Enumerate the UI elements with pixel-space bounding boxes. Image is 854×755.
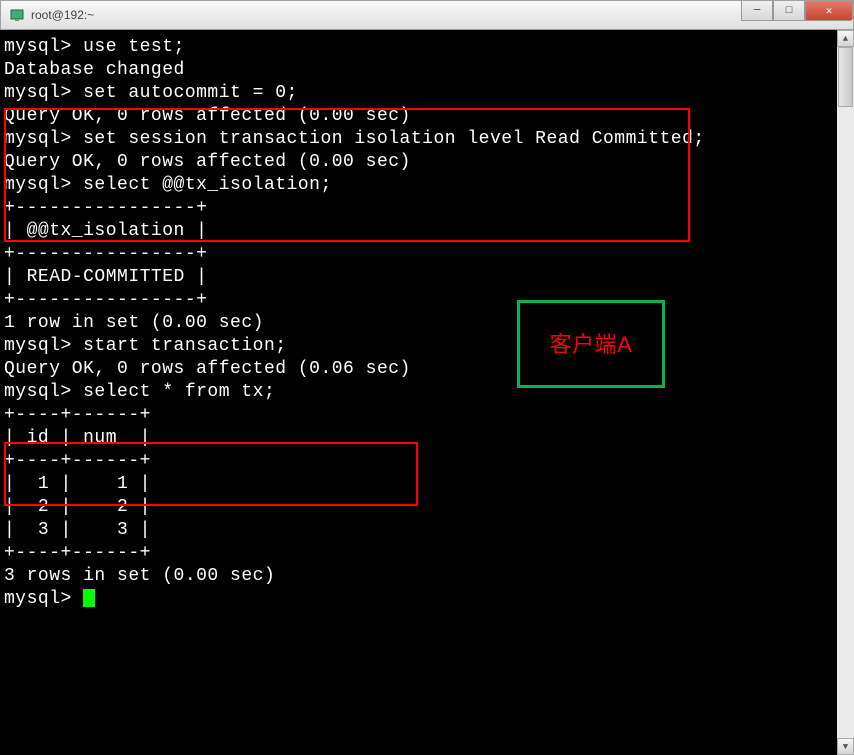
terminal-line: +----------------+	[4, 197, 850, 220]
scrollbar-thumb[interactable]	[838, 47, 853, 107]
scrollbar-track[interactable]	[837, 47, 854, 738]
terminal-line: Query OK, 0 rows affected (0.00 sec)	[4, 151, 850, 174]
putty-icon	[9, 7, 25, 23]
terminal-line: Query OK, 0 rows affected (0.06 sec)	[4, 358, 850, 381]
window-titlebar: root@192:~ ─ □ ✕	[0, 0, 854, 30]
terminal-line: mysql> set session transaction isolation…	[4, 128, 850, 151]
terminal-cursor	[83, 589, 95, 607]
terminal-line: +----+------+	[4, 542, 850, 565]
vertical-scrollbar[interactable]: ▲ ▼	[837, 30, 854, 755]
annotation-label: 客户端A	[550, 333, 633, 356]
terminal-line: mysql>	[4, 588, 850, 611]
terminal-line: mysql> start transaction;	[4, 335, 850, 358]
terminal-line: mysql> select * from tx;	[4, 381, 850, 404]
window-title: root@192:~	[31, 8, 851, 22]
terminal-line: +----------------+	[4, 289, 850, 312]
terminal-line: | 3 | 3 |	[4, 519, 850, 542]
terminal-line: 1 row in set (0.00 sec)	[4, 312, 850, 335]
annotation-green-box: 客户端A	[517, 300, 665, 388]
terminal-line: | 2 | 2 |	[4, 496, 850, 519]
terminal-line: +----+------+	[4, 450, 850, 473]
terminal-line: +----+------+	[4, 404, 850, 427]
terminal-line: Query OK, 0 rows affected (0.00 sec)	[4, 105, 850, 128]
maximize-button[interactable]: □	[773, 1, 805, 21]
terminal-line: 3 rows in set (0.00 sec)	[4, 565, 850, 588]
terminal-line: +----------------+	[4, 243, 850, 266]
close-button[interactable]: ✕	[805, 1, 853, 21]
terminal-line: | READ-COMMITTED |	[4, 266, 850, 289]
terminal-line: | id | num |	[4, 427, 850, 450]
terminal-line: | 1 | 1 |	[4, 473, 850, 496]
window-controls: ─ □ ✕	[741, 1, 853, 21]
scrollbar-down-button[interactable]: ▼	[837, 738, 854, 755]
terminal-line: mysql> select @@tx_isolation;	[4, 174, 850, 197]
terminal-line: | @@tx_isolation |	[4, 220, 850, 243]
terminal-line: mysql> use test;	[4, 36, 850, 59]
terminal-area[interactable]: mysql> use test;Database changedmysql> s…	[0, 30, 854, 755]
terminal-line: mysql> set autocommit = 0;	[4, 82, 850, 105]
terminal-line: Database changed	[4, 59, 850, 82]
minimize-button[interactable]: ─	[741, 1, 773, 21]
scrollbar-up-button[interactable]: ▲	[837, 30, 854, 47]
